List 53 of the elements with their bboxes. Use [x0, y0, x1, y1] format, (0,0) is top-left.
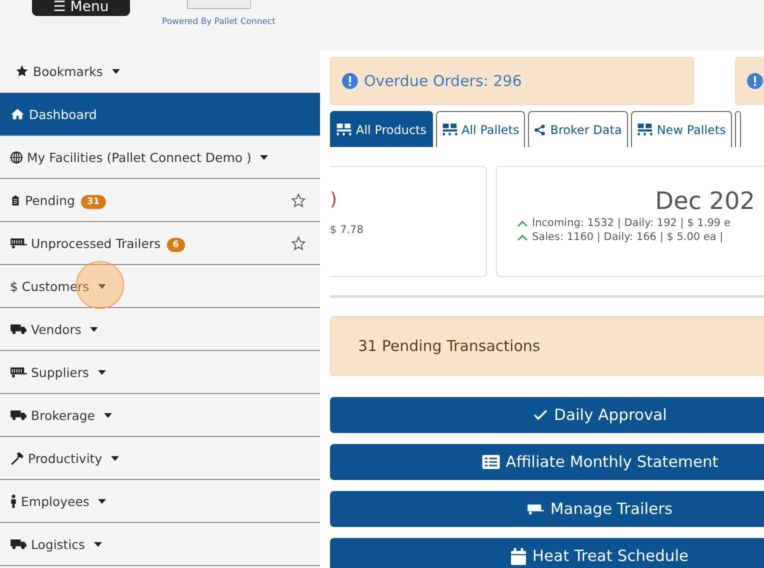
trailer-icon: [10, 237, 27, 249]
sidebar-item[interactable]: Pending 31: [0, 179, 320, 222]
trailer-icon: [10, 366, 27, 378]
sidebar-item[interactable]: Unprocessed Trailers 6: [0, 222, 320, 265]
stat-line: Sales: 1160 | Daily: 166 | $ 5.00 ea |: [532, 231, 724, 243]
card-title: Dec 202: [655, 187, 755, 215]
trailer-icon: [527, 503, 544, 515]
truck-icon: [10, 409, 27, 421]
tab[interactable]: Broker Data: [528, 111, 628, 147]
action-button[interactable]: Affiliate Monthly Statement: [330, 444, 764, 480]
pending-transactions-notice: 31 Pending Transactions: [330, 316, 764, 376]
stat-line: $ 7.78: [330, 224, 364, 236]
home-icon: [10, 107, 25, 121]
menu-button[interactable]: ☰ Menu: [32, 0, 130, 16]
count-badge: 6: [166, 238, 185, 252]
share-icon: [534, 124, 546, 136]
pallets-icon: [442, 123, 458, 136]
star-icon[interactable]: [291, 192, 306, 208]
truck-icon: [10, 323, 27, 335]
sidebar-item[interactable]: Brokerage: [0, 394, 320, 437]
star-icon: [15, 64, 29, 78]
tab[interactable]: All Pallets: [436, 111, 526, 147]
calendar-icon: [511, 548, 526, 564]
action-button[interactable]: Daily Approval: [330, 397, 764, 433]
count-badge: 31: [80, 194, 106, 208]
pallets-icon: [636, 123, 653, 136]
info-icon: [342, 73, 358, 89]
powered-by-text: Powered By Pallet Connect: [162, 17, 276, 27]
sidebar-item[interactable]: My Facilities (Pallet Connect Demo ): [0, 136, 320, 179]
trend-up-icon: [517, 220, 528, 226]
star-icon[interactable]: [291, 236, 306, 250]
tab[interactable]: New Pallets: [630, 111, 732, 147]
action-button[interactable]: Heat Treat Schedule: [330, 538, 764, 568]
globe-icon: [10, 150, 23, 164]
check-icon: [533, 409, 548, 421]
clipboard-icon: [10, 194, 21, 206]
tab[interactable]: All Products: [330, 111, 433, 147]
sidebar-item[interactable]: Vendors: [0, 308, 320, 351]
sidebar-item[interactable]: Dashboard: [0, 93, 320, 136]
trend-up-icon: [517, 234, 528, 240]
person-icon: [10, 494, 17, 508]
alert-text: Overdue Orders: 296: [364, 72, 522, 90]
action-button[interactable]: Manage Trailers: [330, 491, 764, 527]
card-title: ): [330, 189, 338, 210]
list-icon: [482, 455, 500, 469]
sidebar-item[interactable]: Suppliers: [0, 351, 320, 394]
truck-icon: [10, 538, 27, 550]
pallets-icon: [336, 123, 352, 136]
tab[interactable]: [734, 111, 741, 147]
sidebar-item[interactable]: Logistics: [0, 523, 320, 566]
hammer-icon: [10, 451, 24, 465]
stat-line: Incoming: 1532 | Daily: 192 | $ 1.99 e: [532, 217, 730, 229]
info-icon: [747, 73, 763, 89]
